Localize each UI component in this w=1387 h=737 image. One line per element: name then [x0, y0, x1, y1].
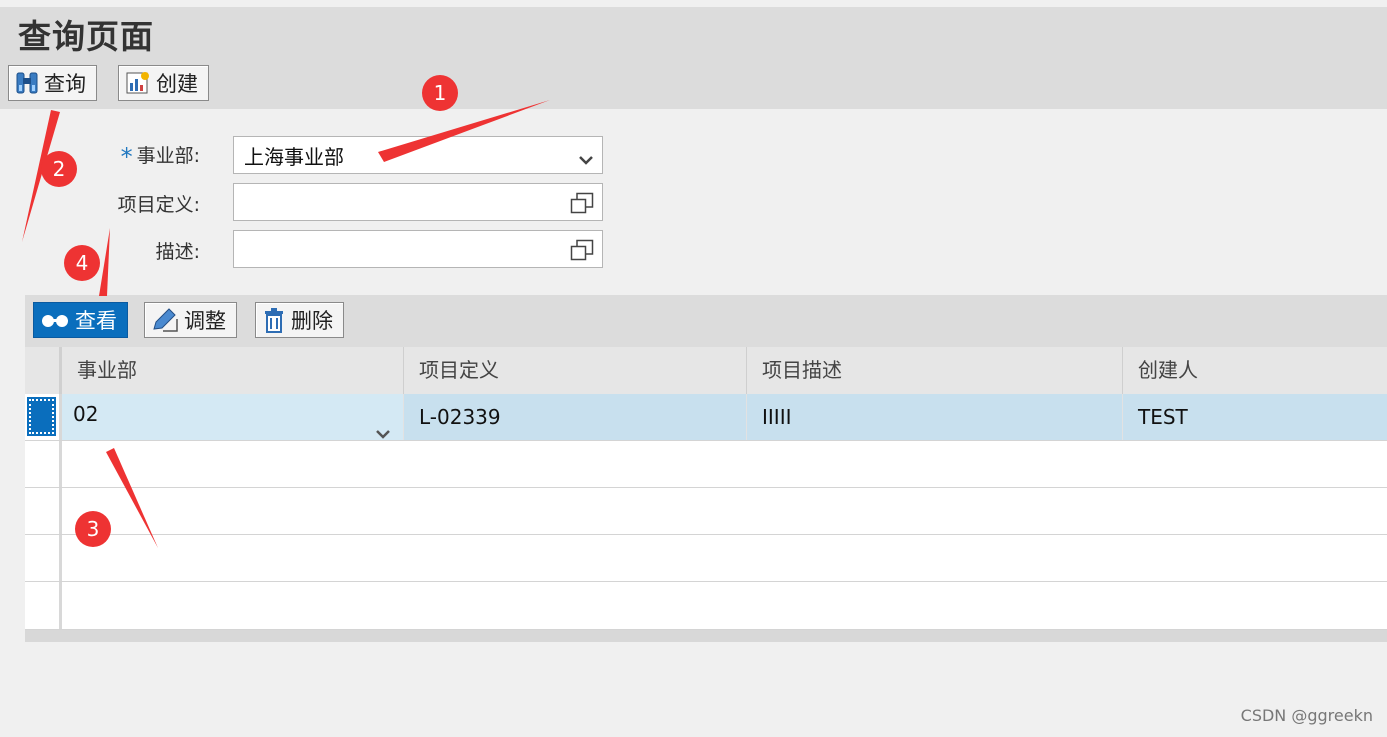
adjust-button[interactable]: 调整: [144, 302, 237, 338]
row-selector[interactable]: [25, 582, 62, 629]
watermark: CSDN @ggreekn: [1240, 706, 1373, 725]
column-header-project-def[interactable]: 项目定义: [404, 347, 747, 394]
column-header-creator[interactable]: 创建人: [1123, 347, 1387, 394]
delete-button[interactable]: 删除: [255, 302, 344, 338]
create-button[interactable]: 创建: [118, 65, 209, 101]
chevron-down-icon[interactable]: [578, 148, 594, 172]
create-button-label: 创建: [156, 72, 198, 96]
select-all-cell[interactable]: [25, 347, 62, 394]
trash-icon: [262, 307, 286, 333]
chart-new-icon: [125, 70, 151, 96]
binoculars-icon: [15, 70, 39, 96]
annotation-badge-4: 4: [64, 245, 100, 281]
query-button-label: 查询: [44, 72, 86, 96]
row-selector[interactable]: [25, 394, 62, 440]
page-title: 查询页面: [18, 17, 154, 56]
description-input[interactable]: [233, 230, 603, 268]
delete-button-label: 删除: [291, 309, 333, 333]
glasses-icon: [40, 312, 70, 328]
description-cell[interactable]: IIIII: [747, 394, 1123, 440]
table-row[interactable]: [25, 535, 1387, 582]
value-help-icon[interactable]: [570, 239, 594, 266]
project-def-cell[interactable]: L-02339: [404, 394, 747, 440]
division-cell[interactable]: 02: [62, 394, 404, 440]
table-row[interactable]: [25, 488, 1387, 535]
column-header-description[interactable]: 项目描述: [747, 347, 1123, 394]
creator-cell[interactable]: TEST: [1123, 394, 1387, 440]
value-help-icon[interactable]: [570, 192, 594, 219]
adjust-button-label: 调整: [184, 309, 226, 333]
edit-icon: [151, 307, 179, 333]
table-header: 事业部 项目定义 项目描述 创建人: [25, 347, 1387, 395]
annotation-badge-3: 3: [75, 511, 111, 547]
project-def-input[interactable]: [233, 183, 603, 221]
division-value: 上海事业部: [244, 144, 344, 169]
row-selector[interactable]: [25, 441, 62, 487]
row-selector[interactable]: [25, 535, 62, 581]
table-row[interactable]: 02 L-02339 IIIII TEST: [25, 394, 1387, 441]
table-row[interactable]: [25, 582, 1387, 630]
table-footer-bar: [25, 630, 1387, 642]
column-header-division[interactable]: 事业部: [62, 347, 404, 394]
division-select[interactable]: 上海事业部: [233, 136, 603, 174]
project-def-label: 项目定义:: [117, 194, 200, 216]
row-selector[interactable]: [25, 488, 62, 534]
annotation-badge-2: 2: [41, 151, 77, 187]
required-marker: *: [120, 143, 133, 171]
view-button[interactable]: 查看: [33, 302, 128, 338]
query-button[interactable]: 查询: [8, 65, 97, 101]
table-row[interactable]: [25, 441, 1387, 488]
annotation-badge-1: 1: [422, 75, 458, 111]
results-table: 事业部 项目定义 项目描述 创建人 02 L-02339 IIIII TEST: [25, 347, 1387, 642]
view-button-label: 查看: [75, 309, 117, 333]
